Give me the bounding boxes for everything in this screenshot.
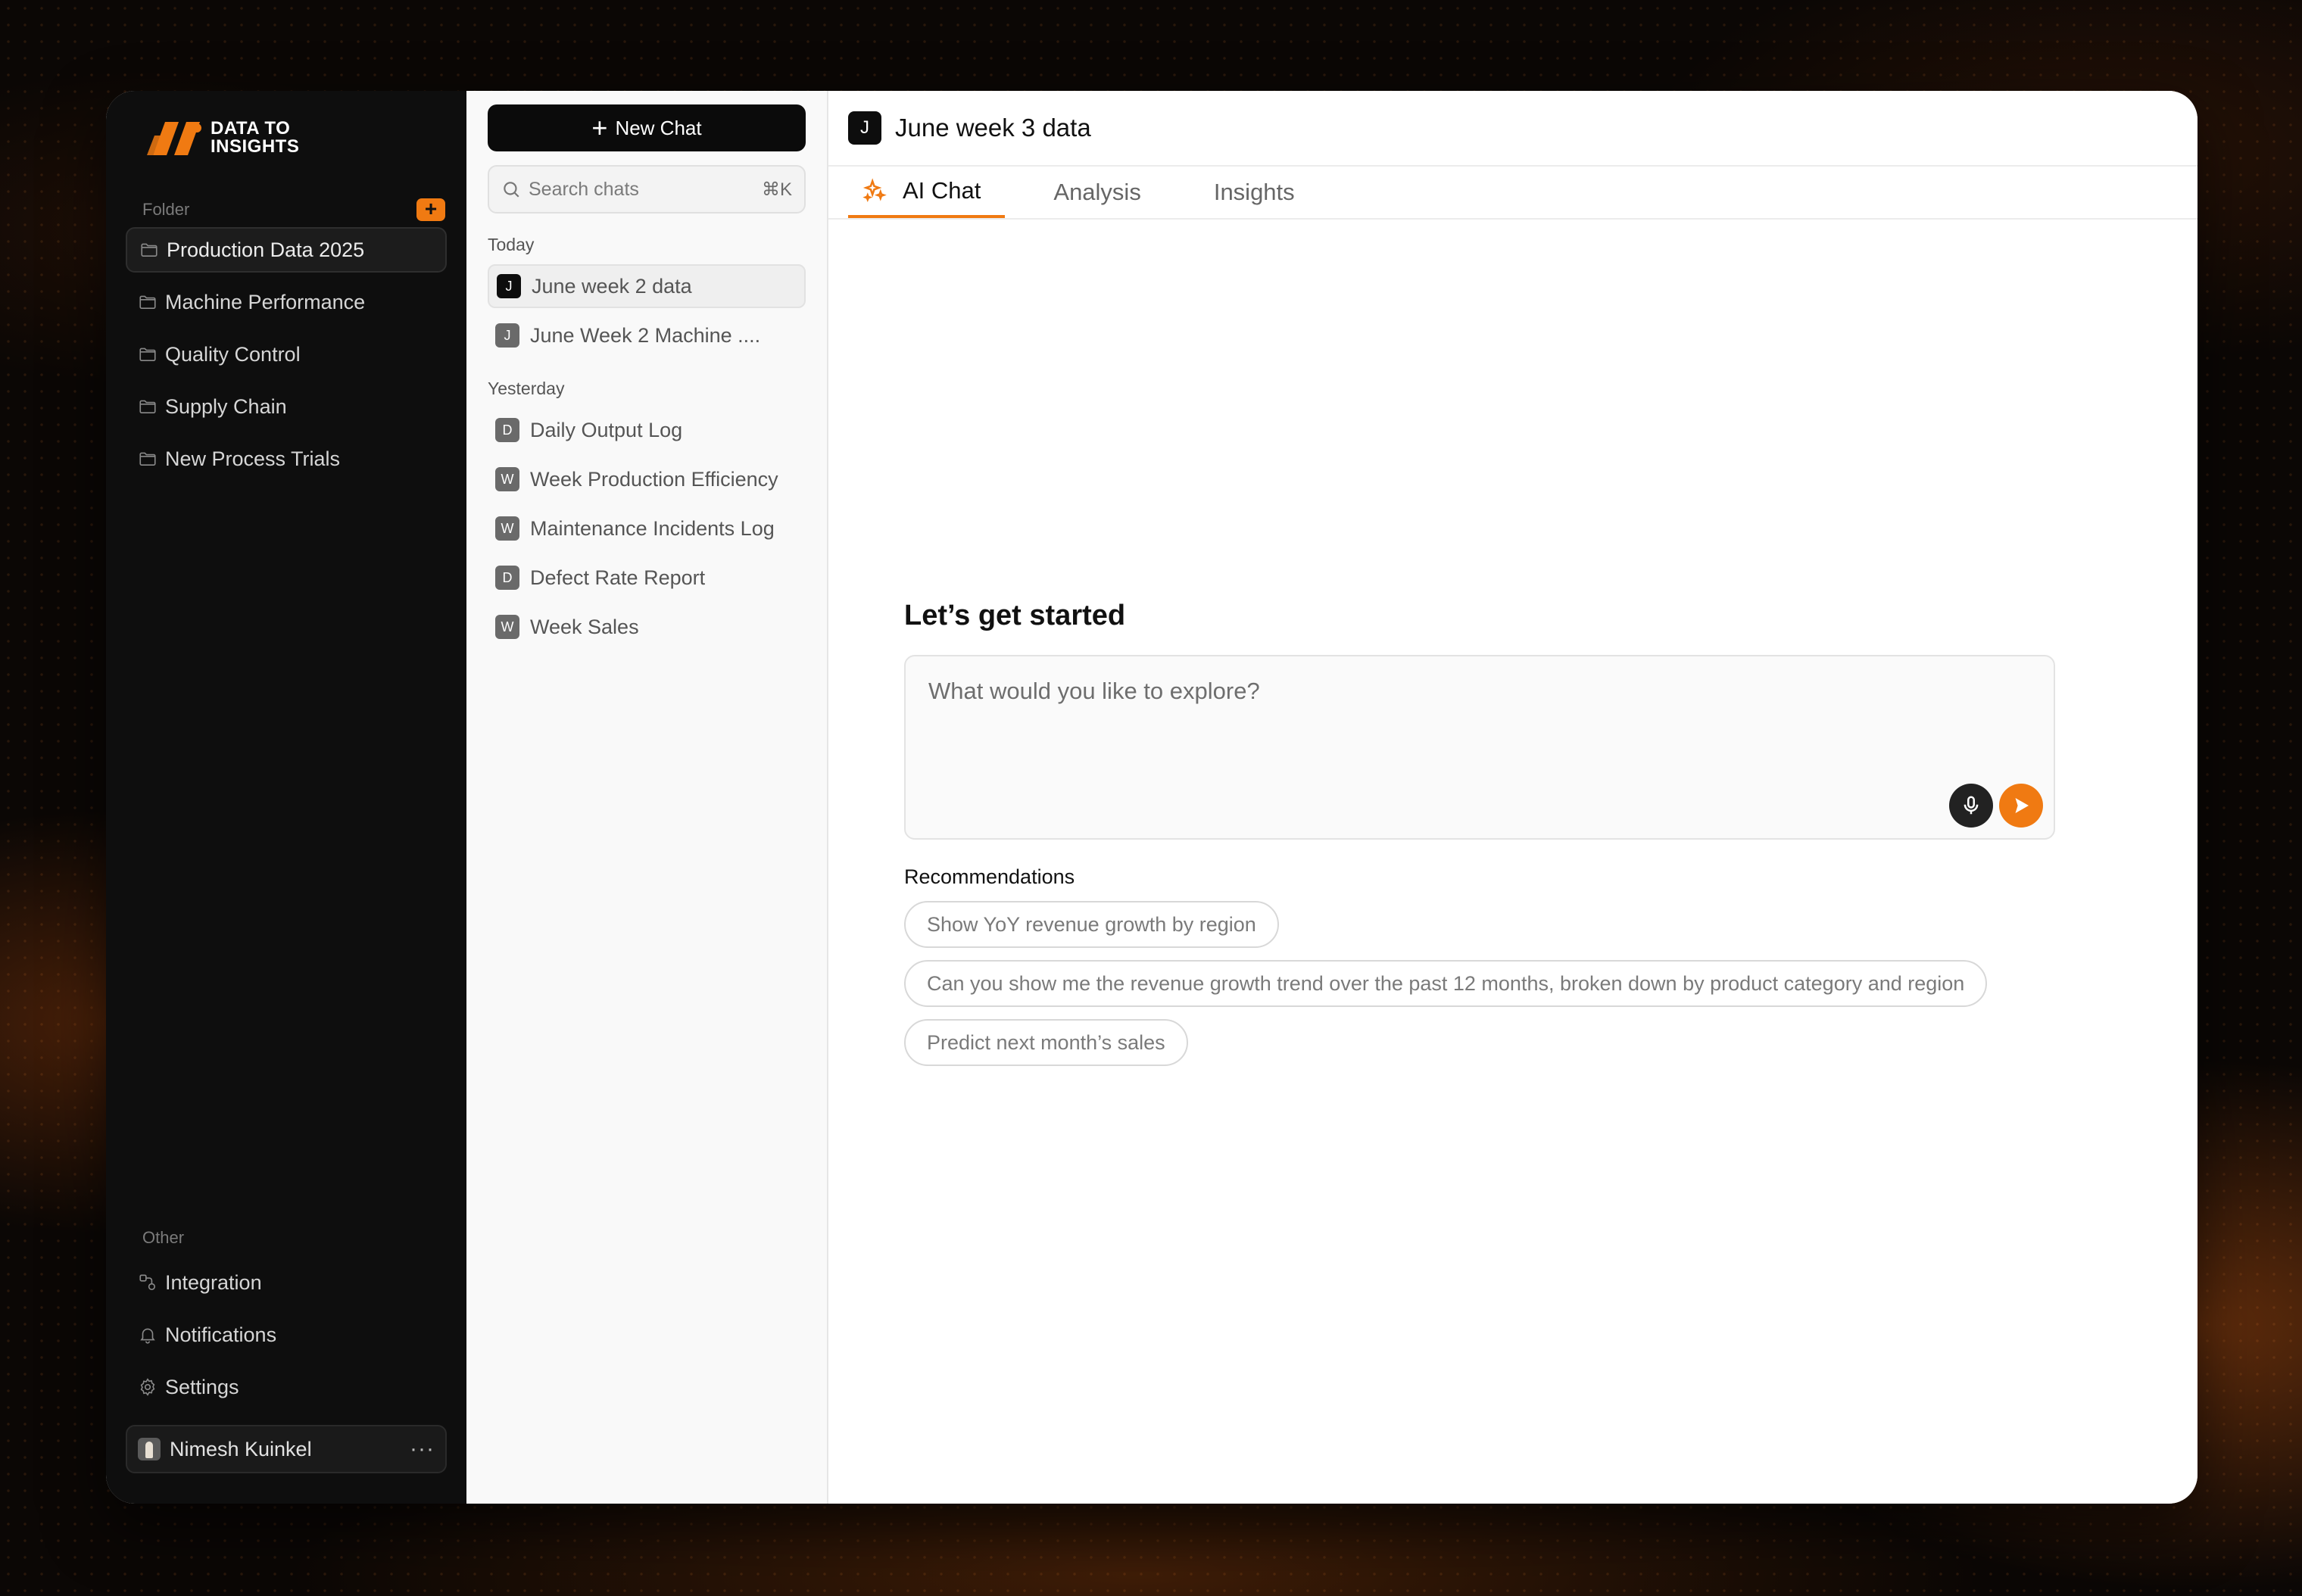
prompt-box [904, 655, 2055, 840]
bell-icon [140, 1328, 155, 1344]
more-options-icon[interactable]: ··· [410, 1436, 435, 1462]
send-icon [2015, 798, 2029, 813]
chat-initial-badge: D [495, 566, 519, 590]
sidebar-item-integration[interactable]: Integration [126, 1260, 447, 1305]
chat-item-label: Daily Output Log [530, 418, 683, 441]
tab-bar: AI Chat Analysis Insights [828, 167, 2198, 220]
sidebar-item-label: Notifications [165, 1323, 277, 1346]
chat-item-label: June week 2 data [532, 274, 692, 298]
chat-item[interactable]: W Week Production Efficiency [488, 457, 806, 501]
tab-insights[interactable]: Insights [1200, 167, 1309, 218]
other-label: Other [142, 1228, 185, 1247]
chat-initial-badge: D [495, 418, 519, 442]
tab-ai-chat[interactable]: AI Chat [848, 167, 1006, 218]
send-button[interactable] [1999, 784, 2043, 828]
chat-item-label: Week Sales [530, 615, 639, 638]
sidebar-item-settings[interactable]: Settings [126, 1364, 447, 1410]
chat-item-label: June Week 2 Machine .... [530, 323, 761, 347]
chat-item[interactable]: D Defect Rate Report [488, 556, 806, 600]
folder-item-supply-chain[interactable]: Supply Chain [126, 384, 447, 429]
brand-line-2: INSIGHTS [211, 136, 300, 157]
recommendation-pill[interactable]: Can you show me the revenue growth trend… [904, 960, 1988, 1007]
sidebar-item-label: Integration [165, 1270, 262, 1294]
recommendation-pill[interactable]: Show YoY revenue growth by region [904, 901, 1279, 948]
folder-icon [139, 348, 156, 361]
folder-item-label: Quality Control [165, 342, 301, 366]
chat-initial-badge: W [495, 615, 519, 639]
main-panel: J June week 3 data AI Chat Analysis Insi… [828, 91, 2198, 1504]
folder-item-label: Machine Performance [165, 290, 366, 313]
chat-item[interactable]: W Maintenance Incidents Log [488, 507, 806, 550]
recommendations-title: Recommendations [904, 865, 1075, 888]
chat-item[interactable]: J June week 2 data [488, 264, 806, 308]
folder-item-machine-performance[interactable]: Machine Performance [126, 279, 447, 325]
tab-label: AI Chat [903, 177, 981, 204]
brand-line-1: DATA TO [211, 118, 291, 139]
chat-item-label: Defect Rate Report [530, 566, 706, 589]
add-folder-button[interactable]: + [416, 198, 445, 221]
folder-label: Folder [142, 200, 190, 219]
page-title: June week 3 data [895, 114, 1091, 142]
chat-initial-badge: W [495, 467, 519, 491]
plus-icon: + [591, 112, 608, 143]
chat-item[interactable]: J June Week 2 Machine .... [488, 313, 806, 357]
search-chats[interactable]: Search chats ⌘K [488, 165, 806, 214]
sparkle-icon [862, 178, 887, 203]
microphone-icon [1964, 796, 1979, 815]
folder-icon [139, 295, 156, 309]
sidebar: DATA TO INSIGHTS Folder + Production Dat… [106, 91, 466, 1504]
prompt-input[interactable] [906, 656, 2054, 726]
new-chat-button[interactable]: + New Chat [488, 104, 806, 151]
get-started-section: Let’s get started Recommendations Show Y… [904, 600, 2055, 1066]
integration-icon [139, 1274, 156, 1291]
chat-list-panel: + New Chat Search chats ⌘K Today J June … [466, 91, 828, 1504]
tab-label: Insights [1213, 179, 1295, 205]
get-started-title: Let’s get started [904, 600, 1126, 631]
folder-list: Production Data 2025 Machine Performance… [126, 227, 447, 482]
other-section: Other Integration Notifications Settings… [126, 1228, 447, 1473]
chat-initial-badge: J [495, 323, 519, 348]
gear-icon [140, 1378, 155, 1396]
folder-item-label: Production Data 2025 [167, 238, 365, 261]
group-label-today: Today [488, 235, 535, 254]
group-label-yesterday: Yesterday [488, 379, 565, 398]
chat-initial-badge: W [495, 516, 519, 541]
chat-initial-badge: J [497, 274, 521, 298]
main-header: J June week 3 data [828, 91, 2198, 167]
search-icon [504, 182, 519, 198]
sidebar-item-notifications[interactable]: Notifications [126, 1312, 447, 1358]
chat-item-label: Week Production Efficiency [530, 467, 778, 491]
chat-item[interactable]: W Week Sales [488, 605, 806, 649]
search-input[interactable]: Search chats [529, 179, 762, 201]
app-window: DATA TO INSIGHTS Folder + Production Dat… [106, 91, 2198, 1504]
chat-initial-badge: J [848, 111, 881, 145]
folder-item-quality-control[interactable]: Quality Control [126, 332, 447, 377]
search-shortcut: ⌘K [761, 179, 792, 200]
brand-logo[interactable]: DATA TO INSIGHTS [144, 115, 447, 161]
folder-item-label: Supply Chain [165, 394, 287, 418]
user-card[interactable]: Nimesh Kuinkel ··· [126, 1425, 447, 1473]
new-chat-label: New Chat [615, 116, 702, 139]
sidebar-item-label: Settings [165, 1375, 239, 1398]
chat-item-label: Maintenance Incidents Log [530, 516, 775, 540]
folder-icon [141, 243, 158, 257]
folder-icon [139, 400, 156, 413]
tab-analysis[interactable]: Analysis [1040, 167, 1154, 218]
logo-mark-icon [147, 122, 201, 155]
mic-button[interactable] [1949, 784, 1993, 828]
folder-item-new-process-trials[interactable]: New Process Trials [126, 436, 447, 482]
folder-icon [139, 452, 156, 466]
tab-label: Analysis [1053, 179, 1141, 205]
recommendation-pill[interactable]: Predict next month’s sales [904, 1019, 1188, 1066]
folder-item-label: New Process Trials [165, 447, 341, 470]
folder-item-production-data-2025[interactable]: Production Data 2025 [126, 227, 447, 273]
user-name: Nimesh Kuinkel [170, 1437, 312, 1460]
avatar [138, 1438, 161, 1460]
folder-section-header: Folder + [126, 198, 447, 221]
chat-item[interactable]: D Daily Output Log [488, 408, 806, 452]
